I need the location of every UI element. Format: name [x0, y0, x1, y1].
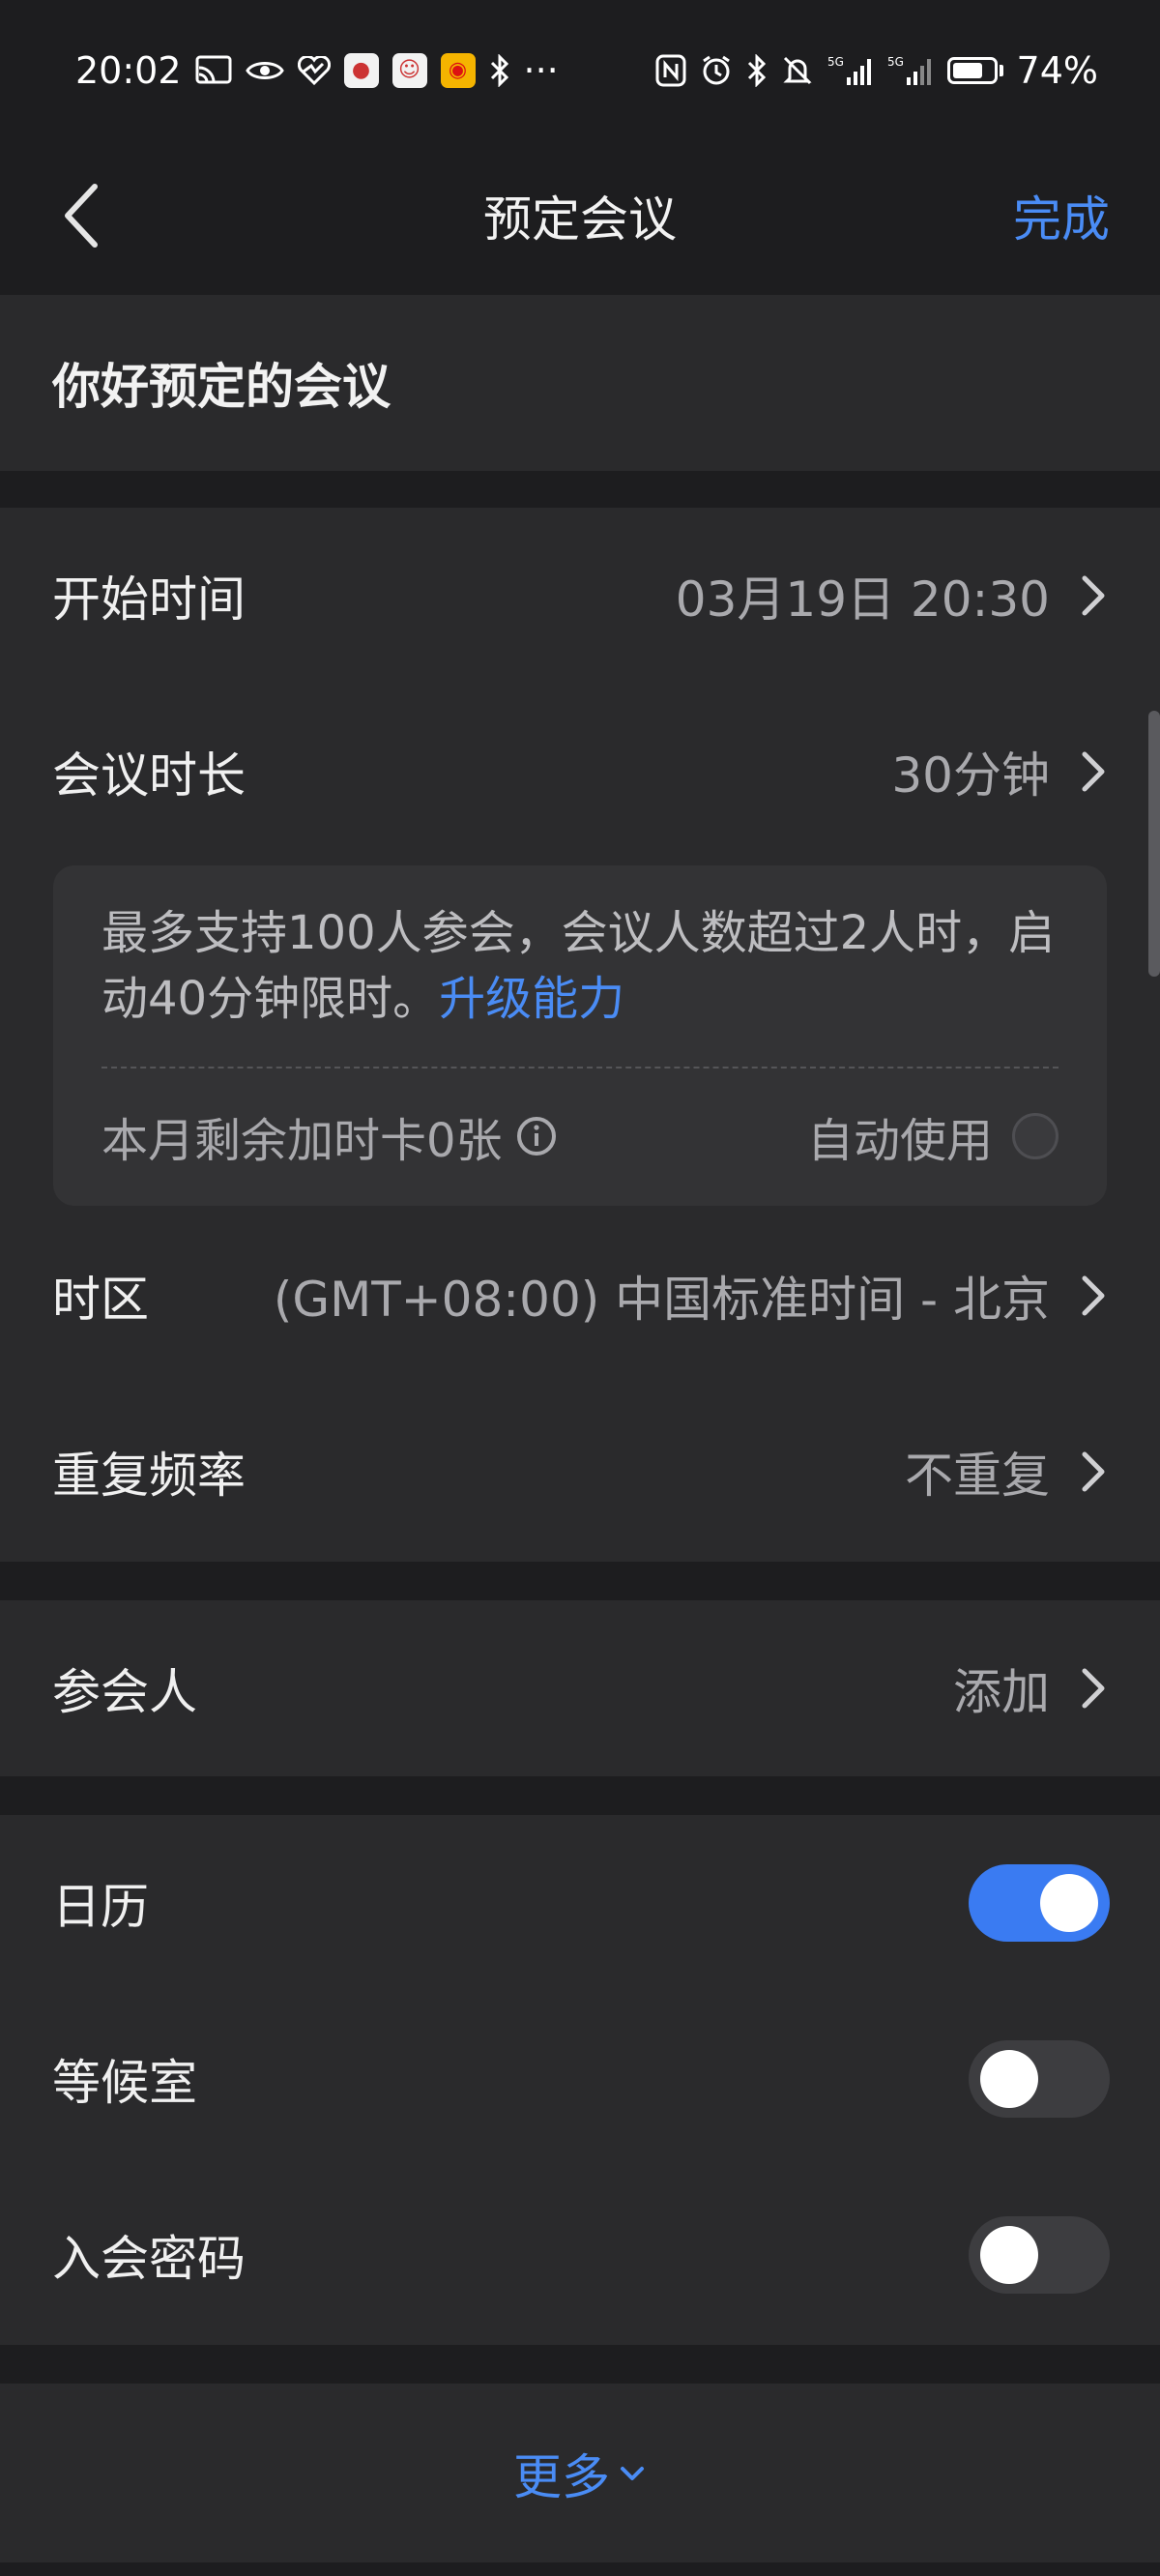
app-notification-icon: ●	[343, 52, 379, 88]
mute-icon	[781, 54, 814, 87]
participants-row[interactable]: 参会人 添加	[0, 1600, 1160, 1776]
chevron-right-icon	[1082, 1668, 1105, 1709]
chevron-right-icon	[1082, 751, 1105, 792]
chevron-right-icon	[1082, 1451, 1105, 1492]
chevron-down-icon	[621, 2466, 644, 2480]
repeat-value: 不重复	[905, 1448, 1050, 1504]
duration-value: 30分钟	[891, 747, 1050, 804]
topic-section: 你好预定的会议	[0, 295, 1160, 471]
start-time-row[interactable]: 开始时间 03月19日 20:30	[0, 508, 1160, 684]
extension-card-label: 本月剩余加时卡0张	[102, 1114, 503, 1168]
bluetooth-icon	[489, 53, 510, 87]
duration-label: 会议时长	[52, 747, 246, 804]
battery-percent: 74%	[1016, 48, 1098, 92]
chevron-right-icon	[1082, 1275, 1105, 1316]
bluetooth-status-icon	[746, 53, 768, 87]
participants-value: 添加	[953, 1664, 1050, 1720]
auto-use-option[interactable]: 自动使用	[807, 1102, 1058, 1170]
done-button[interactable]: 完成	[1013, 140, 1110, 290]
svg-text:5G: 5G	[887, 55, 904, 69]
chevron-right-icon	[1082, 575, 1105, 616]
weibo-icon: ◉	[440, 52, 476, 88]
duration-info-text: 最多支持100人参会，会议人数超过2人时，启动40分钟限时。升级能力	[102, 900, 1058, 1032]
auto-use-label: 自动使用	[806, 1114, 993, 1168]
waiting-room-row: 等候室	[0, 1991, 1160, 2167]
repeat-row[interactable]: 重复频率 不重复	[0, 1384, 1160, 1560]
cast-icon	[195, 55, 232, 86]
alarm-icon	[700, 54, 733, 87]
eye-icon	[245, 57, 284, 84]
participants-section: 参会人 添加	[0, 1600, 1160, 1776]
battery-icon	[946, 56, 1003, 84]
meeting-topic-input[interactable]: 你好预定的会议	[52, 295, 391, 471]
auto-use-radio[interactable]	[1012, 1113, 1058, 1159]
duration-info-box: 最多支持100人参会，会议人数超过2人时，启动40分钟限时。升级能力 本月剩余加…	[53, 865, 1107, 1206]
start-time-value: 03月19日 20:30	[675, 571, 1050, 628]
calendar-toggle[interactable]	[969, 1864, 1110, 1942]
more-notifications: ···	[523, 48, 559, 92]
svg-text:5G: 5G	[827, 55, 844, 69]
signal-icon-2: 5G	[887, 54, 934, 87]
timezone-label: 时区	[52, 1272, 149, 1328]
start-time-label: 开始时间	[52, 571, 246, 628]
extension-card-row: 本月剩余加时卡0张 自动使用	[102, 1088, 1058, 1185]
upgrade-link[interactable]: 升级能力	[439, 972, 624, 1026]
password-label: 入会密码	[52, 2231, 246, 2287]
page: 20:02 ● ☺ ◉ ··· 5G 5G 74% 预定会议 完成 你好预定的会…	[0, 0, 1160, 2576]
repeat-label: 重复频率	[52, 1448, 246, 1504]
waiting-room-label: 等候室	[52, 2055, 197, 2111]
calendar-row: 日历	[0, 1815, 1160, 1991]
options-section: 日历 等候室 入会密码	[0, 1815, 1160, 2345]
more-label: 更多	[513, 2448, 610, 2505]
signal-icon: 5G	[827, 54, 874, 87]
participants-label: 参会人	[52, 1664, 197, 1720]
health-icon	[297, 55, 331, 85]
password-toggle[interactable]	[969, 2216, 1110, 2294]
status-right: 5G 5G 74%	[655, 49, 1098, 92]
app-notification-icon-2: ☺	[392, 52, 427, 88]
divider	[102, 1067, 1058, 1068]
calendar-label: 日历	[52, 1879, 149, 1935]
nav-bar: 预定会议 完成	[0, 140, 1160, 290]
more-button[interactable]: 更多	[0, 2384, 1160, 2562]
nfc-icon	[655, 54, 686, 87]
duration-row[interactable]: 会议时长 30分钟	[0, 684, 1160, 860]
info-icon[interactable]	[516, 1116, 557, 1156]
back-icon[interactable]	[56, 177, 114, 254]
schedule-section: 开始时间 03月19日 20:30 会议时长 30分钟 最多支持100人参会，会…	[0, 508, 1160, 1562]
status-time: 20:02	[75, 48, 182, 92]
status-bar: 20:02 ● ☺ ◉ ··· 5G 5G 74%	[0, 0, 1160, 140]
scrollbar[interactable]	[1148, 711, 1160, 977]
timezone-row[interactable]: 时区 (GMT+08:00) 中国标准时间 - 北京	[0, 1208, 1160, 1384]
status-left: 20:02 ● ☺ ◉ ···	[75, 49, 559, 92]
waiting-room-toggle[interactable]	[969, 2040, 1110, 2118]
timezone-value: (GMT+08:00) 中国标准时间 - 北京	[273, 1272, 1050, 1328]
page-title: 预定会议	[483, 190, 677, 248]
password-row: 入会密码	[0, 2167, 1160, 2343]
